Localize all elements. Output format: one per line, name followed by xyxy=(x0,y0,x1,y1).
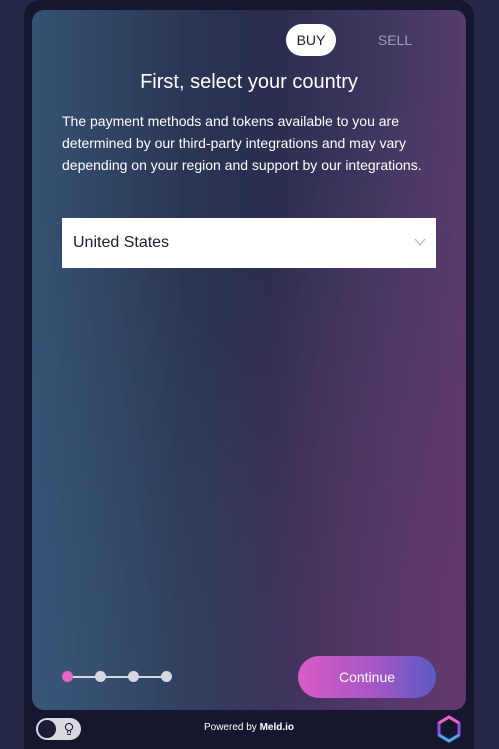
step-dot-3 xyxy=(128,671,139,682)
widget-card: BUY SELL First, select your country The … xyxy=(32,10,466,710)
powered-by-brand[interactable]: Meld.io xyxy=(260,722,294,733)
description-text: The payment methods and tokens available… xyxy=(62,113,422,173)
buy-sell-tabs: BUY SELL xyxy=(286,24,466,56)
country-select-value: United States xyxy=(73,234,170,251)
tab-sell[interactable]: SELL xyxy=(370,24,420,56)
stepper-line xyxy=(67,676,166,678)
step-dot-1 xyxy=(62,671,73,682)
footer: Powered by Meld.io xyxy=(24,712,474,749)
powered-by: Powered by Meld.io xyxy=(24,722,474,733)
step-dot-4 xyxy=(161,671,172,682)
continue-button[interactable]: Continue xyxy=(298,656,436,698)
progress-stepper xyxy=(62,671,172,683)
meld-logo-icon[interactable] xyxy=(436,715,462,743)
powered-by-prefix: Powered by xyxy=(203,722,257,733)
page-title: First, select your country xyxy=(140,71,358,93)
country-select[interactable]: United States xyxy=(62,218,436,268)
tab-buy[interactable]: BUY xyxy=(286,24,336,56)
step-dot-2 xyxy=(95,671,106,682)
chevron-down-icon xyxy=(414,238,426,246)
